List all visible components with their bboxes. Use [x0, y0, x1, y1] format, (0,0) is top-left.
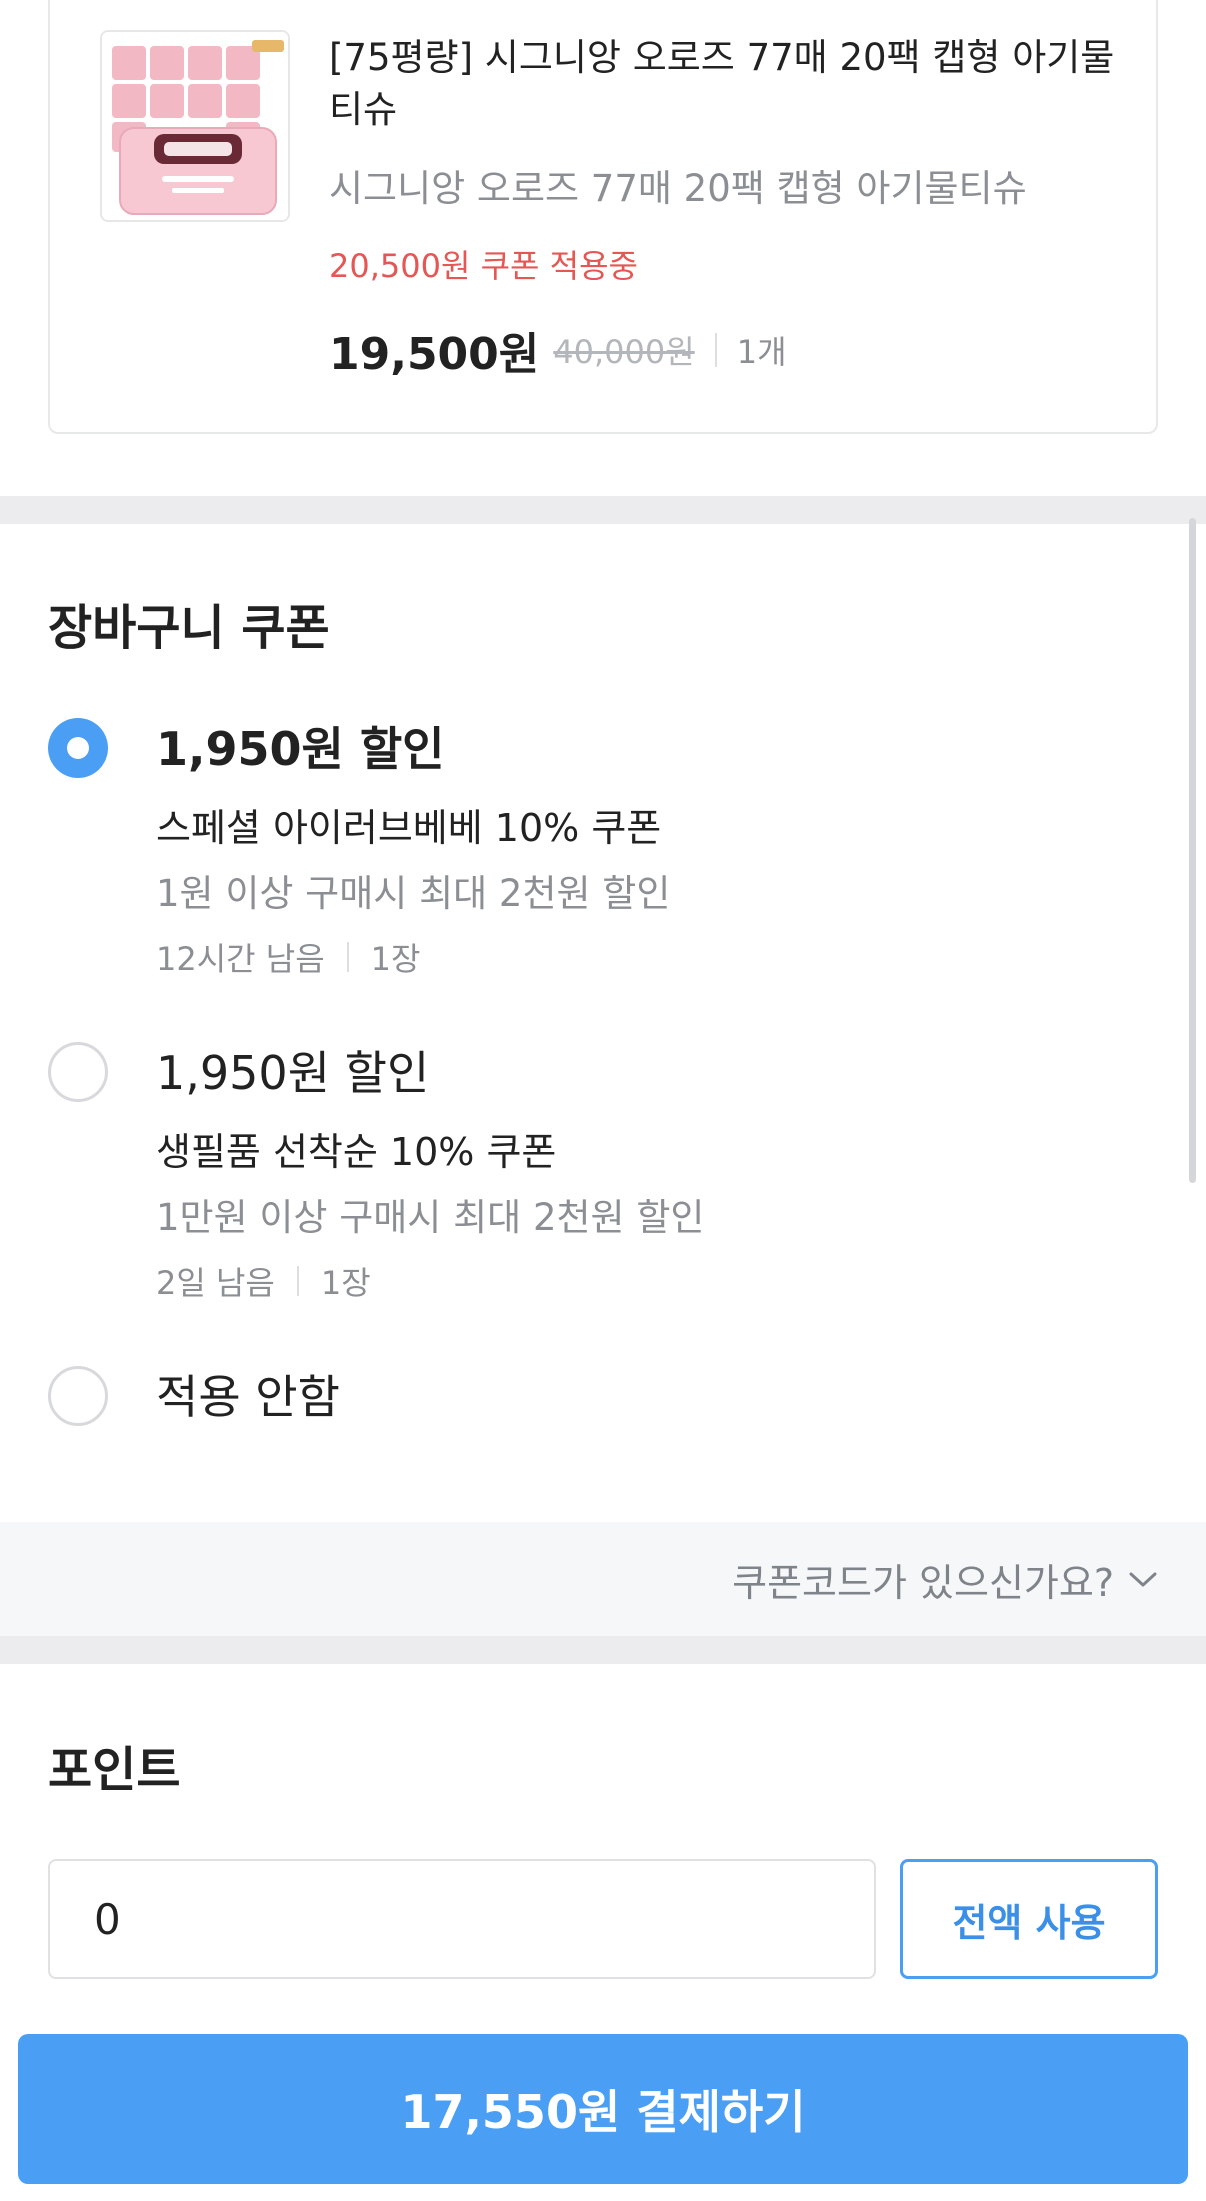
- coupon-meta: 2일 남음 1장: [156, 1258, 371, 1304]
- product-card: [75평량] 시그니앙 오로즈 77매 20팩 캡형 아기물티슈 시그니앙 오로…: [48, 0, 1158, 434]
- coupon-remaining: 12시간 남음: [156, 940, 325, 978]
- checkout-page: [75평량] 시그니앙 오로즈 77매 20팩 캡형 아기물티슈 시그니앙 오로…: [0, 0, 1206, 2201]
- sale-price: 19,500원: [329, 329, 540, 380]
- divider: [296, 1266, 299, 1296]
- divider: [346, 942, 349, 972]
- radio-unselected-icon[interactable]: [48, 1366, 108, 1426]
- coupon-remaining: 2일 남음: [156, 1264, 275, 1302]
- coupon-condition: 1원 이상 구매시 최대 2천원 할인: [156, 872, 671, 915]
- points-input[interactable]: [48, 1859, 876, 1979]
- scrollbar[interactable]: [1189, 518, 1196, 1183]
- coupon-option-2[interactable]: 1,950원 할인 생필품 선착순 10% 쿠폰 1만원 이상 구매시 최대 2…: [48, 1042, 1148, 1302]
- coupon-code-toggle[interactable]: 쿠폰코드가 있으신가요?: [732, 1552, 1158, 1607]
- points-title: 포인트: [48, 1742, 181, 1798]
- use-all-points-button[interactable]: 전액 사용: [900, 1859, 1158, 1979]
- radio-unselected-icon[interactable]: [48, 1042, 108, 1102]
- divider: [714, 333, 717, 367]
- coupon-code-bar: 쿠폰코드가 있으신가요?: [0, 1522, 1206, 1636]
- coupon-applied-status: 20,500원 쿠폰 적용중: [329, 247, 638, 285]
- coupon-count: 1장: [320, 1264, 371, 1302]
- coupon-count: 1장: [370, 940, 421, 978]
- pay-button[interactable]: 17,550원 결제하기: [18, 2034, 1188, 2184]
- no-coupon-label: 적용 안함: [156, 1370, 340, 1424]
- section-divider: [0, 496, 1206, 524]
- coupon-amount: 1,950원 할인: [156, 1046, 430, 1100]
- coupon-name: 스페셜 아이러브베베 10% 쿠폰: [156, 806, 662, 850]
- coupon-option-1[interactable]: 1,950원 할인 스페셜 아이러브베베 10% 쿠폰 1원 이상 구매시 최대…: [48, 718, 1148, 978]
- chevron-down-icon: [1129, 1572, 1157, 1586]
- wet-wipes-product-image: [102, 32, 288, 220]
- coupon-option-none[interactable]: 적용 안함: [48, 1366, 1148, 1432]
- coupon-condition: 1만원 이상 구매시 최대 2천원 할인: [156, 1196, 705, 1239]
- cart-coupon-title: 장바구니 쿠폰: [48, 600, 330, 656]
- coupon-code-label: 쿠폰코드가 있으신가요?: [732, 1561, 1114, 1605]
- product-option: 시그니앙 오로즈 77매 20팩 캡형 아기물티슈: [329, 167, 1027, 210]
- product-title: [75평량] 시그니앙 오로즈 77매 20팩 캡형 아기물티슈: [329, 36, 1115, 131]
- quantity: 1개: [736, 333, 787, 371]
- product-thumbnail: [100, 30, 290, 222]
- original-price: 40,000원: [553, 333, 695, 371]
- price-row: 19,500원 40,000원 1개: [329, 318, 787, 382]
- radio-selected-icon[interactable]: [48, 718, 108, 778]
- coupon-name: 생필품 선착순 10% 쿠폰: [156, 1130, 557, 1174]
- coupon-meta: 12시간 남음 1장: [156, 934, 420, 980]
- coupon-amount: 1,950원 할인: [156, 722, 445, 776]
- section-divider: [0, 1636, 1206, 1664]
